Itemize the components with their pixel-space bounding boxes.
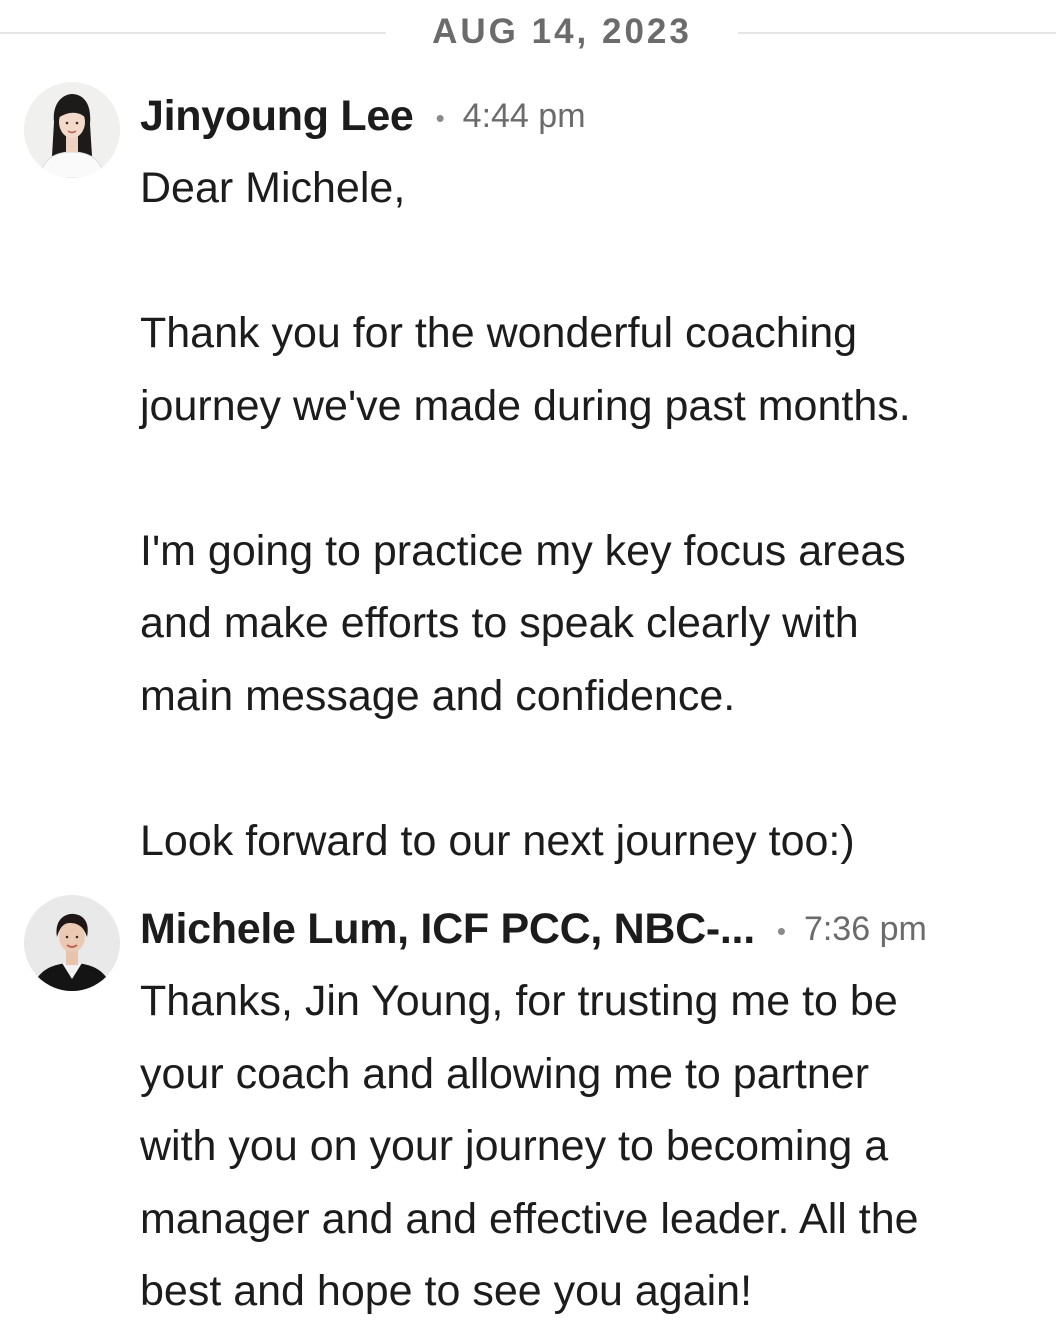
date-divider: AUG 14, 2023 xyxy=(0,0,1056,66)
avatar[interactable] xyxy=(24,895,120,991)
message-line: manager and and effective leader. All th… xyxy=(140,1194,919,1243)
divider-line-right xyxy=(738,32,1056,34)
message-line: your coach and allowing me to partner xyxy=(140,1049,870,1098)
separator-dot: • xyxy=(435,102,445,133)
message-line: with you on your journey to becoming a xyxy=(140,1122,889,1170)
profile-photo-icon xyxy=(24,895,120,991)
message-line: Thanks, Jin Young, for trusting me to be xyxy=(140,977,898,1025)
message-header: Michele Lum, ICF PCC, NBC-... • 7:36 pm xyxy=(140,901,1032,957)
profile-photo-icon xyxy=(24,82,120,178)
message-line: Thank you for the wonderful coaching xyxy=(140,309,858,357)
message-line: main message and confidence. xyxy=(140,671,736,720)
message-header: Jinyoung Lee • 4:44 pm xyxy=(140,88,1032,144)
message-line: Dear Michele, xyxy=(140,164,406,212)
message-line: best and hope to see you again! xyxy=(140,1267,753,1315)
sender-name[interactable]: Jinyoung Lee xyxy=(140,92,414,141)
message-line: Look forward to our next journey too:) xyxy=(140,816,855,865)
divider-line-left xyxy=(0,32,386,34)
message-body: Thanks, Jin Young, for trusting me to be… xyxy=(140,965,1040,1328)
message-body: Dear Michele, Thank you for the wonderfu… xyxy=(140,152,1040,877)
sender-name[interactable]: Michele Lum, ICF PCC, NBC-... xyxy=(140,905,755,954)
separator-dot: • xyxy=(776,915,786,946)
message-line: journey we've made during past months. xyxy=(140,381,911,430)
message-time: 7:36 pm xyxy=(803,909,927,948)
date-label: AUG 14, 2023 xyxy=(432,12,692,51)
message-line: I'm going to practice my key focus areas xyxy=(140,526,906,575)
message-line: and make efforts to speak clearly with xyxy=(140,599,859,647)
message-time: 4:44 pm xyxy=(462,96,586,135)
avatar[interactable] xyxy=(24,82,120,178)
